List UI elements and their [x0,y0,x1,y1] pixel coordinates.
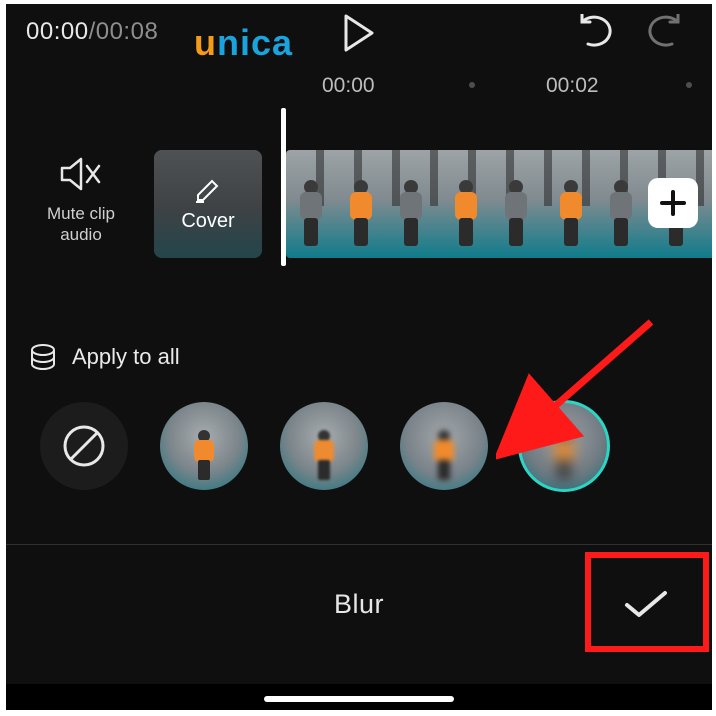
blur-option-1[interactable] [280,402,368,490]
undo-button[interactable] [578,14,622,50]
bottom-bar: Blur [6,560,712,648]
redo-button[interactable] [638,14,682,50]
confirm-button[interactable] [616,582,676,626]
mute-label: Mute clip audio [36,203,126,246]
ruler-dot [686,82,692,88]
check-icon [623,587,669,621]
panel-title: Blur [334,589,384,620]
duration: /00:08 [89,18,159,45]
mute-clip-audio-button[interactable]: Mute clip audio [36,156,126,246]
watermark-logo: unica [194,22,293,64]
ruler-tick: 00:00 [322,74,375,98]
current-time: 00:00 [26,18,89,45]
pencil-icon [194,176,222,204]
divider [6,544,712,545]
add-clip-button[interactable] [648,178,698,228]
playhead[interactable] [281,108,286,266]
play-icon [342,14,376,52]
play-button[interactable] [342,14,376,52]
blur-options [40,402,680,490]
timeline-ruler[interactable]: 00:00 00:02 [6,64,712,108]
cover-button[interactable]: Cover [154,150,262,258]
blur-option-none[interactable] [40,402,128,490]
apply-to-all-button[interactable]: Apply to all [28,342,180,372]
redo-icon [638,14,682,50]
timeline-track[interactable]: Mute clip audio Cover [6,138,712,308]
speaker-mute-icon [59,156,103,192]
blur-option-0[interactable] [160,402,248,490]
timecode: 00:00/00:08 [26,18,158,46]
stack-icon [28,342,58,372]
top-bar: 00:00/00:08 [6,4,712,60]
undo-icon [578,14,622,50]
plus-icon [659,189,687,217]
blur-option-3[interactable] [520,402,608,490]
no-symbol-icon [60,422,108,470]
system-nav-area [6,684,712,710]
blur-option-2[interactable] [400,402,488,490]
cover-label: Cover [181,210,234,233]
home-indicator[interactable] [264,696,454,702]
app-frame: 00:00/00:08 unica 00:00 00:02 [6,4,712,710]
apply-to-all-label: Apply to all [72,344,180,370]
ruler-tick: 00:02 [546,74,599,98]
ruler-dot [469,82,475,88]
